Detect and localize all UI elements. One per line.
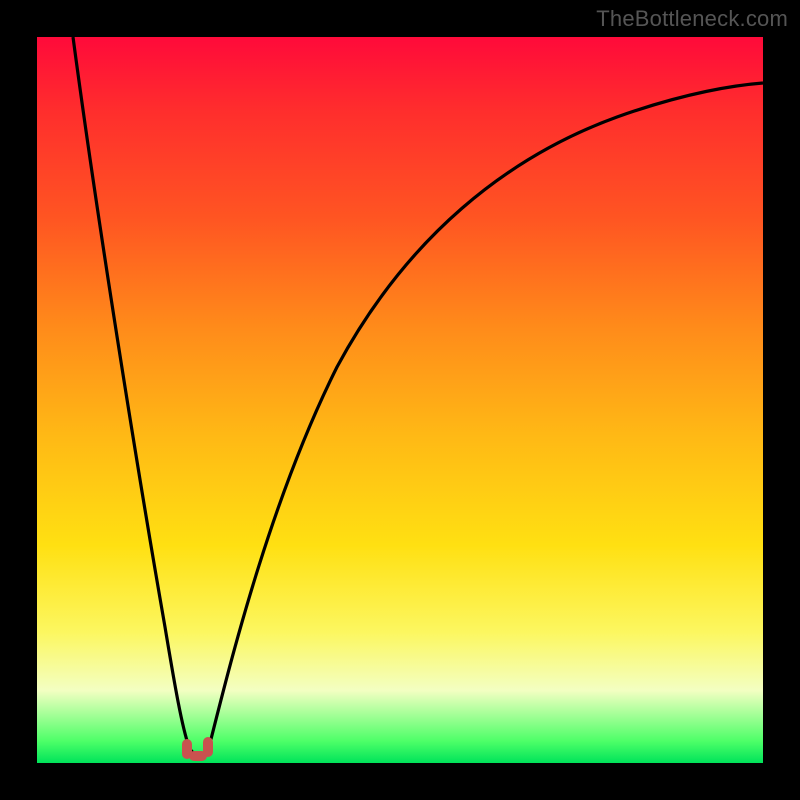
- chart-frame: TheBottleneck.com: [0, 0, 800, 800]
- min-marker-right: [203, 737, 213, 757]
- watermark-text: TheBottleneck.com: [596, 6, 788, 32]
- plot-area: [37, 37, 763, 763]
- bottleneck-curve: [37, 37, 763, 763]
